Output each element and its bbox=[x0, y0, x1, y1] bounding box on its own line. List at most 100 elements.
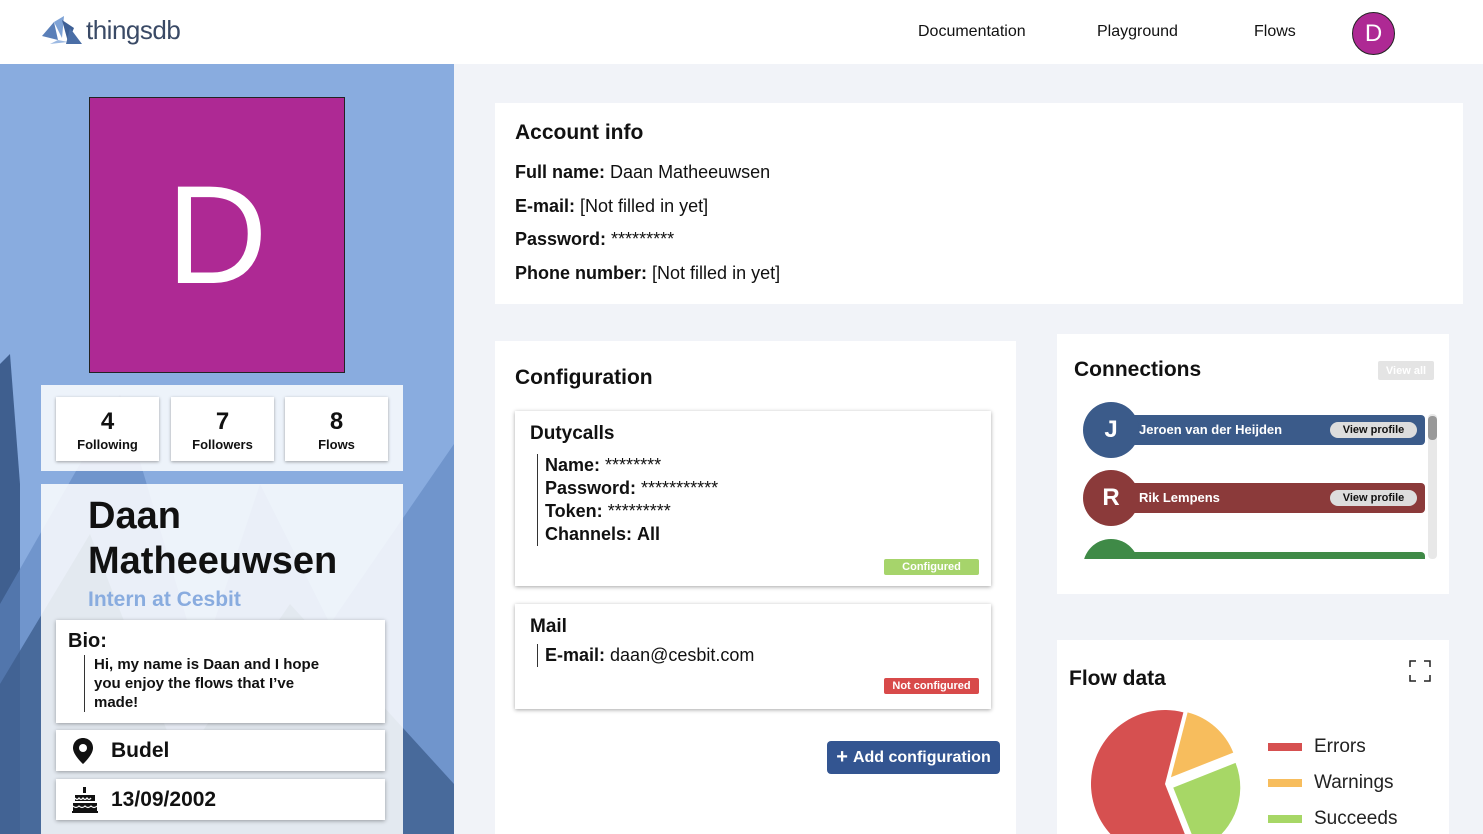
stat-followers[interactable]: 7 Followers bbox=[171, 397, 274, 461]
connection-avatar: J bbox=[1083, 402, 1139, 458]
account-info-title: Account info bbox=[515, 121, 644, 144]
stat-flows[interactable]: 8 Flows bbox=[285, 397, 388, 461]
scrollbar-thumb[interactable] bbox=[1428, 416, 1437, 440]
connections-list: J Jeroen van der Heijden View profile R … bbox=[1083, 400, 1429, 559]
account-label: Password: bbox=[515, 229, 607, 249]
config-line: Password: *********** bbox=[545, 477, 718, 500]
config-line: E-mail: daan@cesbit.com bbox=[545, 644, 754, 667]
connection-item[interactable]: J Jeroen van der Heijden View profile bbox=[1083, 401, 1427, 459]
location-text: Budel bbox=[111, 739, 170, 762]
account-row-email: E-mail: [Not filled in yet] bbox=[515, 196, 708, 217]
status-badge-not-configured: Not configured bbox=[884, 678, 979, 694]
add-configuration-button[interactable]: + Add configuration bbox=[827, 741, 1000, 774]
nav-documentation[interactable]: Documentation bbox=[918, 23, 1026, 41]
bio-text: Hi, my name is Daan and I hope you enjoy… bbox=[84, 655, 334, 712]
connection-avatar: R bbox=[1083, 470, 1139, 526]
legend-swatch bbox=[1268, 743, 1302, 751]
birthday-cake-icon bbox=[72, 787, 98, 813]
profile-avatar: D bbox=[89, 97, 345, 373]
config-card-mail[interactable]: Mail E-mail: daan@cesbit.com Not configu… bbox=[515, 604, 991, 709]
legend-label: Succeeds bbox=[1314, 808, 1398, 829]
connection-name: Rik Lempens bbox=[1139, 490, 1220, 505]
nav-flows[interactable]: Flows bbox=[1254, 23, 1296, 41]
view-all-button[interactable]: View all bbox=[1378, 361, 1434, 380]
account-value: Daan Matheeuwsen bbox=[610, 162, 771, 182]
legend-swatch bbox=[1268, 779, 1302, 787]
account-row-phone: Phone number: [Not filled in yet] bbox=[515, 263, 780, 284]
config-details: E-mail: daan@cesbit.com bbox=[537, 644, 754, 667]
bio-title: Bio: bbox=[68, 630, 107, 652]
config-line: Channels: All bbox=[545, 523, 718, 546]
config-line: Token: ********* bbox=[545, 500, 718, 523]
user-avatar-button[interactable]: D bbox=[1352, 12, 1395, 55]
account-value: [Not filled in yet] bbox=[580, 196, 709, 216]
legend-item-errors: Errors bbox=[1268, 736, 1366, 758]
profile-role: Intern at Cesbit bbox=[88, 588, 241, 611]
config-label: Channels: bbox=[545, 524, 633, 544]
legend-swatch bbox=[1268, 815, 1302, 823]
account-label: Phone number: bbox=[515, 263, 648, 283]
legend-item-succeeds: Succeeds bbox=[1268, 808, 1397, 830]
legend-label: Errors bbox=[1314, 736, 1366, 757]
nav-playground[interactable]: Playground bbox=[1097, 23, 1178, 41]
expand-icon[interactable] bbox=[1409, 660, 1431, 682]
account-label: Full name: bbox=[515, 162, 606, 182]
legend-item-warnings: Warnings bbox=[1268, 772, 1394, 794]
config-value: daan@cesbit.com bbox=[610, 645, 755, 665]
config-value: ********* bbox=[607, 501, 671, 521]
stat-label: Following bbox=[77, 437, 138, 452]
connections-scrollbar[interactable] bbox=[1428, 414, 1437, 559]
account-row-password: Password: ********* bbox=[515, 229, 674, 250]
config-label: Name: bbox=[545, 455, 601, 475]
connection-name: Jeroen van der Heijden bbox=[1139, 422, 1283, 437]
legend-label: Warnings bbox=[1314, 772, 1394, 793]
config-line: Name: ******** bbox=[545, 454, 718, 477]
view-profile-button[interactable]: View profile bbox=[1330, 422, 1417, 438]
stat-value: 8 bbox=[329, 408, 344, 435]
stat-value: 4 bbox=[100, 408, 115, 435]
config-label: Password: bbox=[545, 478, 637, 498]
stat-value: 7 bbox=[215, 408, 230, 435]
config-card-dutycalls[interactable]: Dutycalls Name: ******** Password: *****… bbox=[515, 411, 991, 586]
config-value: *********** bbox=[641, 478, 719, 498]
config-label: E-mail: bbox=[545, 645, 606, 665]
stats-panel: 4 Following 7 Followers 8 Flows bbox=[41, 385, 403, 471]
flow-data-panel: Flow data Errors Warnings Succeeds bbox=[1057, 640, 1449, 834]
config-details: Name: ******** Password: *********** Tok… bbox=[537, 454, 718, 546]
connections-panel: Connections View all J Jeroen van der He… bbox=[1057, 334, 1449, 594]
connection-item[interactable] bbox=[1083, 538, 1427, 559]
profile-sidebar: D 4 Following 7 Followers 8 Flows Daan M… bbox=[0, 64, 454, 834]
flow-pie-chart bbox=[1091, 710, 1241, 834]
configuration-panel: Configuration Dutycalls Name: ******** P… bbox=[495, 341, 1016, 834]
thingsdb-logo-icon bbox=[42, 16, 82, 44]
account-row-fullname: Full name: Daan Matheeuwsen bbox=[515, 162, 770, 183]
account-info-panel: Account info Full name: Daan Matheeuwsen… bbox=[495, 103, 1463, 304]
profile-name: Daan Matheeuwsen bbox=[88, 495, 338, 582]
add-configuration-label: Add configuration bbox=[852, 748, 991, 766]
config-card-title: Mail bbox=[530, 616, 567, 637]
bio-card: Bio: Hi, my name is Daan and I hope you … bbox=[56, 620, 385, 723]
configuration-title: Configuration bbox=[515, 366, 653, 389]
stat-label: Followers bbox=[192, 437, 253, 452]
pie-slice-succeeds bbox=[1173, 762, 1241, 834]
account-label: E-mail: bbox=[515, 196, 576, 216]
connection-item[interactable]: R Rik Lempens View profile bbox=[1083, 469, 1427, 527]
status-badge-configured: Configured bbox=[884, 559, 979, 575]
thingsdb-logo[interactable]: thingsdb bbox=[40, 12, 181, 48]
view-profile-button[interactable]: View profile bbox=[1330, 490, 1417, 506]
birthday-text: 13/09/2002 bbox=[111, 788, 217, 811]
profile-details-panel: Daan Matheeuwsen Intern at Cesbit Bio: H… bbox=[41, 484, 403, 834]
logo-text: thingsdb bbox=[86, 14, 181, 45]
config-value: ******** bbox=[605, 455, 662, 475]
plus-icon: + bbox=[836, 746, 848, 768]
connection-avatar bbox=[1083, 539, 1139, 559]
birthday-card: 13/09/2002 bbox=[56, 779, 385, 820]
location-pin-icon bbox=[73, 738, 93, 764]
connection-bar bbox=[1103, 552, 1425, 559]
config-value: All bbox=[637, 524, 661, 544]
account-value: [Not filled in yet] bbox=[652, 263, 781, 283]
stat-following[interactable]: 4 Following bbox=[56, 397, 159, 461]
flow-data-title: Flow data bbox=[1069, 667, 1166, 690]
connections-title: Connections bbox=[1074, 358, 1202, 381]
location-card: Budel bbox=[56, 730, 385, 771]
